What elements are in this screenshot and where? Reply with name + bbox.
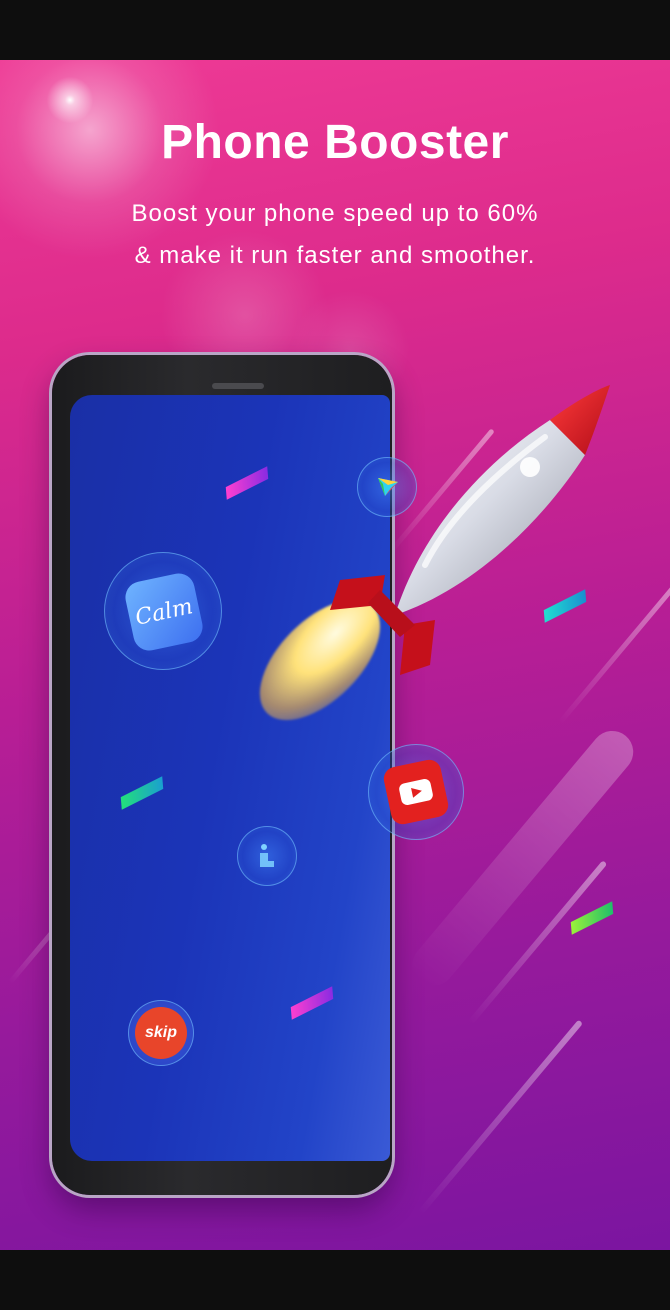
play-icon xyxy=(398,777,434,807)
rocket-icon xyxy=(330,385,610,675)
bottom-letterbox-bar xyxy=(0,1250,670,1310)
promo-poster: Phone Booster Boost your phone speed up … xyxy=(0,60,670,1250)
youtube-app-icon xyxy=(381,757,451,827)
subtitle-line: Boost your phone speed up to 60% xyxy=(131,200,539,227)
calm-app-bubble: Calm xyxy=(104,552,222,670)
confetti-shard xyxy=(225,466,269,500)
speed-streak xyxy=(417,1019,583,1215)
app-icon xyxy=(260,844,274,867)
calm-app-icon: Calm xyxy=(122,570,206,654)
phone-speaker xyxy=(212,383,264,389)
skip-app-bubble: skip xyxy=(128,1000,194,1066)
confetti-shard xyxy=(120,776,164,810)
skip-app-icon: skip xyxy=(135,1007,187,1059)
confetti-shard xyxy=(570,901,614,935)
confetti-shard xyxy=(290,986,334,1020)
app-bubble xyxy=(237,826,297,886)
top-letterbox-bar xyxy=(0,0,670,60)
subtitle-line: & make it run faster and smoother. xyxy=(134,242,536,269)
page-subtitle: Boost your phone speed up to 60% & make … xyxy=(0,193,670,277)
youtube-app-bubble xyxy=(368,744,464,840)
page-title: Phone Booster xyxy=(161,116,509,169)
